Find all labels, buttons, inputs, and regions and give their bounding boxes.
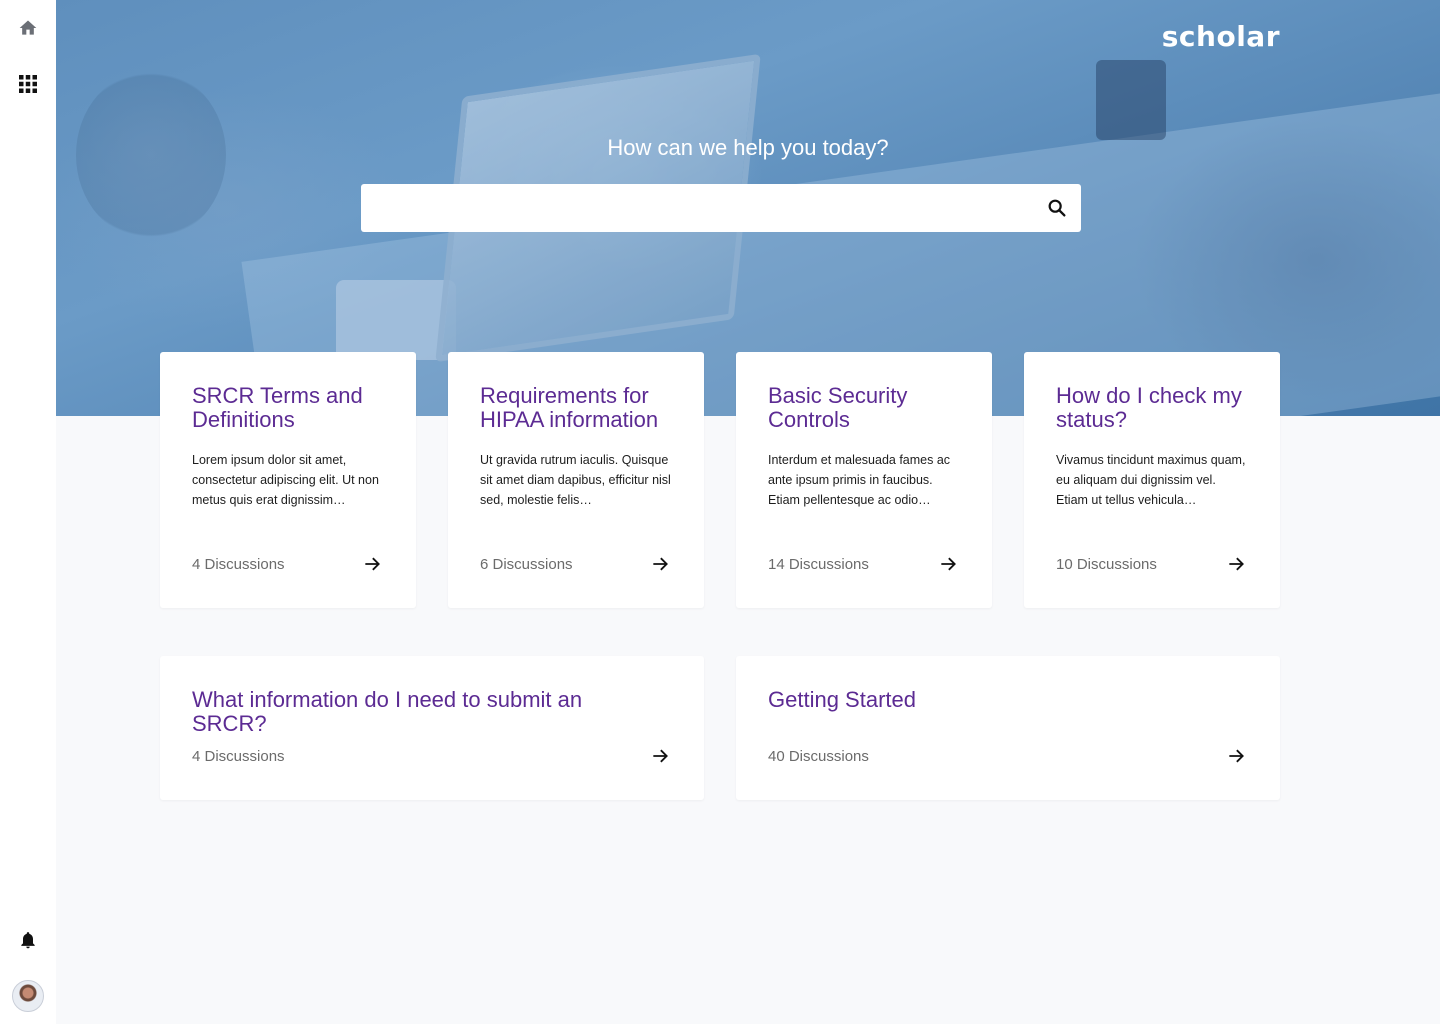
topic-card-description: Ut gravida rutrum iaculis. Quisque sit a… — [480, 453, 671, 507]
discussion-count: 40 Discussions — [768, 748, 869, 765]
topic-card-description: Interdum et malesuada fames ac ante ipsu… — [768, 453, 951, 507]
arrow-right-icon[interactable] — [1224, 744, 1248, 768]
topic-card-title: How do I check my status? — [1056, 383, 1242, 432]
topic-card-title: Basic Security Controls — [768, 383, 908, 432]
topic-card-title: Requirements for HIPAA information — [480, 383, 659, 432]
home-button[interactable] — [12, 12, 44, 44]
search-icon — [1048, 199, 1066, 217]
apps-grid-icon — [19, 75, 37, 93]
topic-card-description: Vivamus tincidunt maximus quam, eu aliqu… — [1056, 453, 1246, 507]
notifications-button[interactable] — [12, 924, 44, 956]
discussion-count: 10 Discussions — [1056, 556, 1157, 573]
discussion-count: 14 Discussions — [768, 556, 869, 573]
home-icon — [19, 20, 37, 35]
search-input[interactable] — [361, 184, 1033, 232]
hero-title: How can we help you today? — [607, 135, 889, 160]
discussion-count: 4 Discussions — [192, 748, 285, 765]
apps-button[interactable] — [12, 68, 44, 100]
topic-card-title: SRCR Terms and Definitions — [192, 383, 363, 432]
avatar[interactable] — [12, 980, 44, 1012]
topic-card[interactable]: SRCR Terms and Definitions Lorem ipsum d… — [160, 352, 416, 608]
arrow-right-icon[interactable] — [648, 744, 672, 768]
topic-card[interactable]: Basic Security Controls Interdum et male… — [736, 352, 992, 608]
topic-card[interactable]: Requirements for HIPAA information Ut gr… — [448, 352, 704, 608]
hero-background-mug — [1096, 60, 1166, 140]
brand-logo[interactable]: scholar — [1162, 20, 1280, 53]
topic-card[interactable]: What information do I need to submit an … — [160, 656, 704, 800]
topic-card[interactable]: How do I check my status? Vivamus tincid… — [1024, 352, 1280, 608]
arrow-right-icon[interactable] — [1224, 552, 1248, 576]
topic-card-description: Lorem ipsum dolor sit amet, consectetur … — [192, 453, 379, 507]
discussion-count: 6 Discussions — [480, 556, 573, 573]
search-button[interactable] — [1033, 184, 1081, 232]
bell-icon — [21, 932, 35, 949]
sidebar — [0, 0, 56, 1024]
arrow-right-icon[interactable] — [936, 552, 960, 576]
topic-card[interactable]: Getting Started 40 Discussions — [736, 656, 1280, 800]
discussion-count: 4 Discussions — [192, 556, 285, 573]
topic-card-title: What information do I need to submit an … — [192, 687, 583, 736]
arrow-right-icon[interactable] — [648, 552, 672, 576]
search-bar — [361, 184, 1081, 232]
topic-card-title: Getting Started — [768, 687, 916, 712]
arrow-right-icon[interactable] — [360, 552, 384, 576]
